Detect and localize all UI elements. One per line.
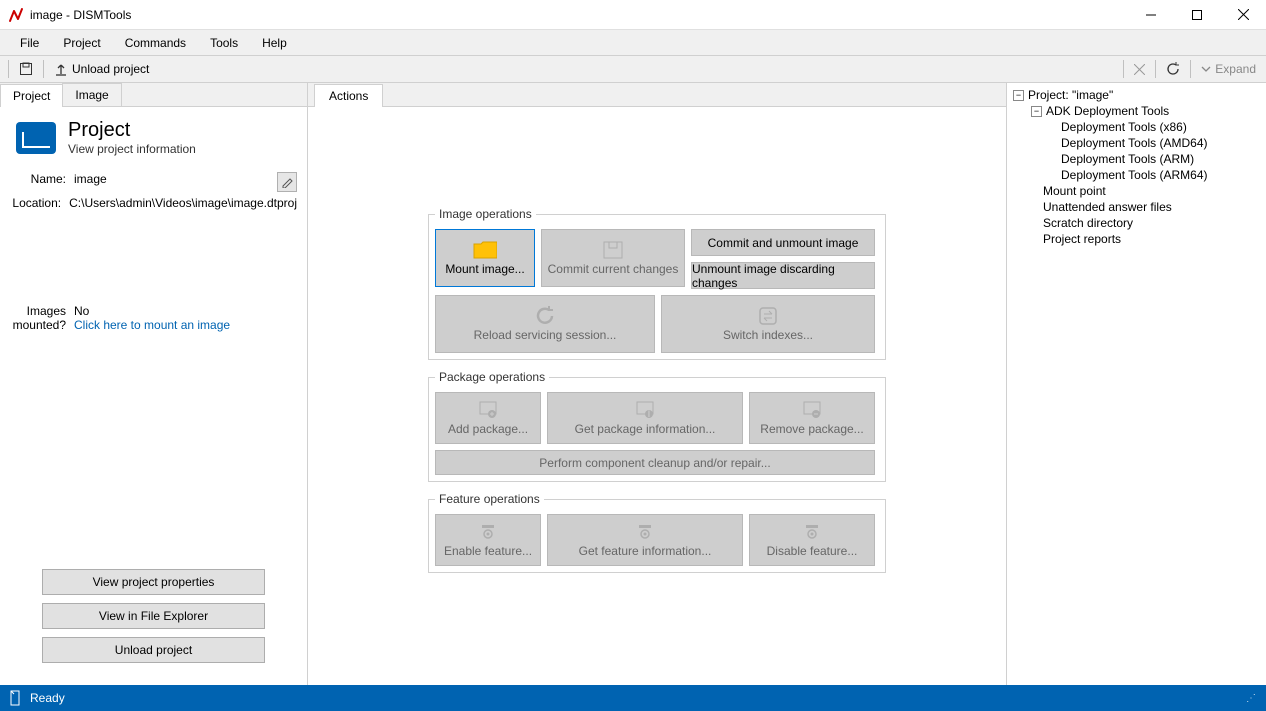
switch-indexes-button: Switch indexes... bbox=[661, 295, 875, 353]
minimize-button[interactable] bbox=[1128, 0, 1174, 30]
view-properties-button[interactable]: View project properties bbox=[42, 569, 265, 595]
tab-image[interactable]: Image bbox=[62, 83, 121, 106]
mount-link[interactable]: Click here to mount an image bbox=[74, 318, 297, 332]
menu-help[interactable]: Help bbox=[250, 32, 299, 54]
center-panel: Actions Image operations Mount image... … bbox=[308, 83, 1006, 685]
tree-reports[interactable]: Project reports bbox=[1013, 231, 1260, 247]
menu-file[interactable]: File bbox=[8, 32, 51, 54]
tree-root[interactable]: −Project: "image" bbox=[1013, 87, 1260, 103]
refresh-button[interactable] bbox=[1160, 60, 1186, 78]
mounted-label2: mounted? bbox=[10, 318, 66, 332]
mounted-label1: Images bbox=[10, 304, 66, 318]
tree-unattended[interactable]: Unattended answer files bbox=[1013, 199, 1260, 215]
close-panel-button[interactable] bbox=[1128, 62, 1151, 77]
commit-changes-button: Commit current changes bbox=[541, 229, 685, 287]
save-icon bbox=[601, 240, 625, 260]
edit-name-button[interactable] bbox=[277, 172, 297, 192]
tree-adk-amd64[interactable]: Deployment Tools (AMD64) bbox=[1013, 135, 1260, 151]
left-panel: Project Image Project View project infor… bbox=[0, 83, 308, 685]
tree-scratch[interactable]: Scratch directory bbox=[1013, 215, 1260, 231]
titlebar: image - DISMTools bbox=[0, 0, 1266, 30]
project-subtitle: View project information bbox=[68, 142, 196, 156]
package-ops-legend: Package operations bbox=[435, 370, 549, 384]
switch-icon bbox=[756, 306, 780, 326]
get-package-info-button: i Get package information... bbox=[547, 392, 743, 444]
reload-icon bbox=[533, 306, 557, 326]
save-button[interactable] bbox=[13, 60, 39, 78]
menu-project[interactable]: Project bbox=[51, 32, 112, 54]
window-title: image - DISMTools bbox=[30, 8, 1128, 22]
tree-adk-x86[interactable]: Deployment Tools (x86) bbox=[1013, 119, 1260, 135]
feature-operations: Feature operations Enable feature... Get… bbox=[428, 492, 886, 573]
mount-image-button[interactable]: Mount image... bbox=[435, 229, 535, 287]
enable-icon bbox=[476, 522, 500, 542]
expand-label: Expand bbox=[1215, 62, 1256, 76]
maximize-button[interactable] bbox=[1174, 0, 1220, 30]
unload-project-button[interactable]: Unload project bbox=[48, 60, 155, 78]
info-icon: i bbox=[633, 400, 657, 420]
collapse-icon[interactable]: − bbox=[1013, 90, 1024, 101]
location-value: C:\Users\admin\Videos\image\image.dtproj bbox=[69, 196, 297, 210]
tree-adk-arm64[interactable]: Deployment Tools (ARM64) bbox=[1013, 167, 1260, 183]
feature-ops-legend: Feature operations bbox=[435, 492, 544, 506]
view-explorer-button[interactable]: View in File Explorer bbox=[42, 603, 265, 629]
package-operations: Package operations Add package... i Get … bbox=[428, 370, 886, 482]
tree-adk[interactable]: −ADK Deployment Tools bbox=[1013, 103, 1260, 119]
close-button[interactable] bbox=[1220, 0, 1266, 30]
get-feature-info-button: Get feature information... bbox=[547, 514, 743, 566]
disable-icon bbox=[800, 522, 824, 542]
project-title: Project bbox=[68, 119, 196, 142]
unmount-discard-button: Unmount image discarding changes bbox=[691, 262, 875, 289]
statusbar: Ready ⋰ bbox=[0, 685, 1266, 711]
tab-actions[interactable]: Actions bbox=[314, 84, 383, 107]
tab-project[interactable]: Project bbox=[0, 84, 63, 107]
image-ops-legend: Image operations bbox=[435, 207, 536, 221]
disable-feature-button: Disable feature... bbox=[749, 514, 875, 566]
location-label: Location: bbox=[10, 196, 61, 210]
enable-feature-button: Enable feature... bbox=[435, 514, 541, 566]
collapse-icon[interactable]: − bbox=[1031, 106, 1042, 117]
plus-circle-icon bbox=[476, 400, 500, 420]
commit-unmount-button: Commit and unmount image bbox=[691, 229, 875, 256]
app-icon bbox=[8, 7, 24, 23]
feature-info-icon bbox=[633, 522, 657, 542]
mounted-value: No bbox=[74, 304, 297, 318]
remove-package-button: Remove package... bbox=[749, 392, 875, 444]
component-cleanup-button: Perform component cleanup and/or repair.… bbox=[435, 450, 875, 475]
toolbar: Unload project Expand bbox=[0, 56, 1266, 83]
name-value: image bbox=[74, 172, 277, 192]
name-label: Name: bbox=[10, 172, 66, 192]
resize-grip[interactable]: ⋰ bbox=[1246, 693, 1258, 704]
image-operations: Image operations Mount image... Commit c… bbox=[428, 207, 886, 360]
reload-session-button: Reload servicing session... bbox=[435, 295, 655, 353]
status-text: Ready bbox=[30, 691, 65, 705]
add-package-button: Add package... bbox=[435, 392, 541, 444]
menubar: File Project Commands Tools Help bbox=[0, 30, 1266, 56]
left-tabs: Project Image bbox=[0, 83, 307, 107]
tree-mount-point[interactable]: Mount point bbox=[1013, 183, 1260, 199]
svg-text:i: i bbox=[648, 406, 651, 419]
folder-icon bbox=[473, 240, 497, 260]
status-icon bbox=[8, 690, 22, 706]
tree-adk-arm[interactable]: Deployment Tools (ARM) bbox=[1013, 151, 1260, 167]
unload-label: Unload project bbox=[72, 62, 149, 76]
menu-tools[interactable]: Tools bbox=[198, 32, 250, 54]
minus-circle-icon bbox=[800, 400, 824, 420]
menu-commands[interactable]: Commands bbox=[113, 32, 198, 54]
expand-button[interactable]: Expand bbox=[1195, 60, 1262, 78]
unload-project-button-2[interactable]: Unload project bbox=[42, 637, 265, 663]
project-icon bbox=[16, 122, 56, 154]
tree-panel: −Project: "image" −ADK Deployment Tools … bbox=[1006, 83, 1266, 685]
